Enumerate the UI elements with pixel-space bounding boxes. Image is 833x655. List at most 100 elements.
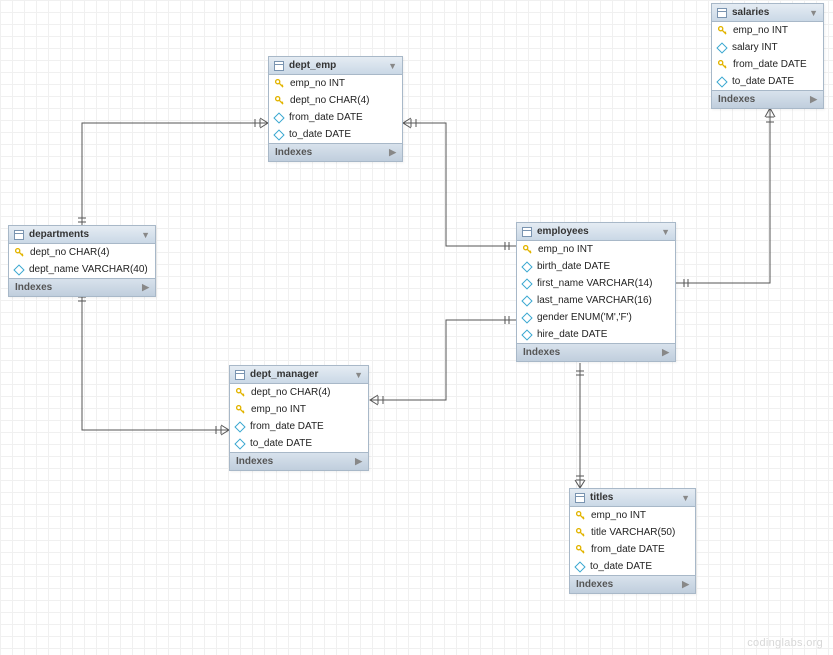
col-icon bbox=[521, 312, 532, 323]
column-row[interactable]: emp_no INT bbox=[570, 507, 695, 524]
column-row[interactable]: to_date DATE bbox=[570, 558, 695, 575]
table-icon bbox=[14, 230, 24, 240]
expand-icon: ▶ bbox=[662, 347, 669, 358]
pk-icon bbox=[718, 60, 727, 69]
column-row[interactable]: emp_no INT bbox=[269, 75, 402, 92]
indexes-section[interactable]: Indexes ▶ bbox=[712, 90, 823, 108]
pk-icon bbox=[236, 405, 245, 414]
column-row[interactable]: title VARCHAR(50) bbox=[570, 524, 695, 541]
indexes-label: Indexes bbox=[576, 579, 613, 590]
column-text: from_date DATE bbox=[733, 59, 807, 70]
column-row[interactable]: from_date DATE bbox=[230, 418, 368, 435]
column-text: dept_no CHAR(4) bbox=[251, 387, 330, 398]
entity-header[interactable]: dept_emp ▼ bbox=[269, 57, 402, 75]
entity-header[interactable]: titles ▼ bbox=[570, 489, 695, 507]
col-icon bbox=[716, 76, 727, 87]
indexes-label: Indexes bbox=[718, 94, 755, 105]
column-row[interactable]: to_date DATE bbox=[269, 126, 402, 143]
column-text: emp_no INT bbox=[733, 25, 788, 36]
entity-header[interactable]: departments ▼ bbox=[9, 226, 155, 244]
columns-list: emp_no INT dept_no CHAR(4) from_date DAT… bbox=[269, 75, 402, 143]
column-row[interactable]: dept_no CHAR(4) bbox=[269, 92, 402, 109]
entity-titles[interactable]: titles ▼ emp_no INT title VARCHAR(50) fr… bbox=[569, 488, 696, 594]
entity-header[interactable]: dept_manager ▼ bbox=[230, 366, 368, 384]
collapse-icon: ▼ bbox=[681, 493, 690, 503]
col-icon bbox=[521, 278, 532, 289]
pk-icon bbox=[275, 96, 284, 105]
column-text: from_date DATE bbox=[250, 421, 324, 432]
entity-dept-manager[interactable]: dept_manager ▼ dept_no CHAR(4) emp_no IN… bbox=[229, 365, 369, 471]
collapse-icon: ▼ bbox=[388, 61, 397, 71]
column-row[interactable]: last_name VARCHAR(16) bbox=[517, 292, 675, 309]
expand-icon: ▶ bbox=[810, 94, 817, 105]
table-icon bbox=[717, 8, 727, 18]
column-text: title VARCHAR(50) bbox=[591, 527, 675, 538]
column-text: emp_no INT bbox=[290, 78, 345, 89]
indexes-section[interactable]: Indexes ▶ bbox=[517, 343, 675, 361]
column-text: to_date DATE bbox=[590, 561, 652, 572]
pk-icon bbox=[576, 528, 585, 537]
indexes-section[interactable]: Indexes ▶ bbox=[230, 452, 368, 470]
connectors-layer bbox=[0, 0, 833, 655]
column-row[interactable]: to_date DATE bbox=[230, 435, 368, 452]
pk-icon bbox=[523, 245, 532, 254]
column-text: from_date DATE bbox=[591, 544, 665, 555]
entity-employees[interactable]: employees ▼ emp_no INT birth_date DATE f… bbox=[516, 222, 676, 362]
column-row[interactable]: from_date DATE bbox=[570, 541, 695, 558]
col-icon bbox=[273, 129, 284, 140]
indexes-label: Indexes bbox=[15, 282, 52, 293]
column-row[interactable]: emp_no INT bbox=[517, 241, 675, 258]
column-row[interactable]: hire_date DATE bbox=[517, 326, 675, 343]
columns-list: emp_no INT birth_date DATE first_name VA… bbox=[517, 241, 675, 343]
columns-list: emp_no INT title VARCHAR(50) from_date D… bbox=[570, 507, 695, 575]
column-row[interactable]: dept_no CHAR(4) bbox=[230, 384, 368, 401]
column-row[interactable]: dept_name VARCHAR(40) bbox=[9, 261, 155, 278]
column-row[interactable]: first_name VARCHAR(14) bbox=[517, 275, 675, 292]
column-row[interactable]: to_date DATE bbox=[712, 73, 823, 90]
columns-list: dept_no CHAR(4) dept_name VARCHAR(40) bbox=[9, 244, 155, 278]
collapse-icon: ▼ bbox=[354, 370, 363, 380]
pk-icon bbox=[576, 511, 585, 520]
column-row[interactable]: dept_no CHAR(4) bbox=[9, 244, 155, 261]
indexes-label: Indexes bbox=[236, 456, 273, 467]
column-text: salary INT bbox=[732, 42, 778, 53]
column-row[interactable]: gender ENUM('M','F') bbox=[517, 309, 675, 326]
col-icon bbox=[521, 295, 532, 306]
indexes-label: Indexes bbox=[523, 347, 560, 358]
indexes-section[interactable]: Indexes▶ bbox=[9, 278, 155, 296]
column-row[interactable]: salary INT bbox=[712, 39, 823, 56]
collapse-icon: ▼ bbox=[661, 227, 670, 237]
column-text: dept_name VARCHAR(40) bbox=[29, 264, 148, 275]
pk-icon bbox=[236, 388, 245, 397]
pk-icon bbox=[576, 545, 585, 554]
watermark: codinglabs.org bbox=[747, 637, 823, 649]
column-row[interactable]: birth_date DATE bbox=[517, 258, 675, 275]
entity-title: dept_manager bbox=[250, 369, 318, 380]
col-icon bbox=[521, 329, 532, 340]
table-icon bbox=[522, 227, 532, 237]
column-row[interactable]: from_date DATE bbox=[712, 56, 823, 73]
expand-icon: ▶ bbox=[355, 456, 362, 467]
column-row[interactable]: from_date DATE bbox=[269, 109, 402, 126]
expand-icon: ▶ bbox=[682, 579, 689, 590]
pk-icon bbox=[15, 248, 24, 257]
indexes-section[interactable]: Indexes▶ bbox=[269, 143, 402, 161]
column-row[interactable]: emp_no INT bbox=[230, 401, 368, 418]
expand-icon: ▶ bbox=[389, 147, 396, 158]
entity-header[interactable]: salaries ▼ bbox=[712, 4, 823, 22]
column-text: from_date DATE bbox=[289, 112, 363, 123]
column-row[interactable]: emp_no INT bbox=[712, 22, 823, 39]
column-text: to_date DATE bbox=[289, 129, 351, 140]
pk-icon bbox=[718, 26, 727, 35]
col-icon bbox=[234, 421, 245, 432]
col-icon bbox=[574, 561, 585, 572]
collapse-icon: ▼ bbox=[809, 8, 818, 18]
entity-departments[interactable]: departments ▼ dept_no CHAR(4) dept_name … bbox=[8, 225, 156, 297]
column-text: dept_no CHAR(4) bbox=[30, 247, 109, 258]
table-icon bbox=[575, 493, 585, 503]
entity-salaries[interactable]: salaries ▼ emp_no INT salary INT from_da… bbox=[711, 3, 824, 109]
entity-header[interactable]: employees ▼ bbox=[517, 223, 675, 241]
entity-dept-emp[interactable]: dept_emp ▼ emp_no INT dept_no CHAR(4) fr… bbox=[268, 56, 403, 162]
indexes-section[interactable]: Indexes ▶ bbox=[570, 575, 695, 593]
col-icon bbox=[13, 264, 24, 275]
